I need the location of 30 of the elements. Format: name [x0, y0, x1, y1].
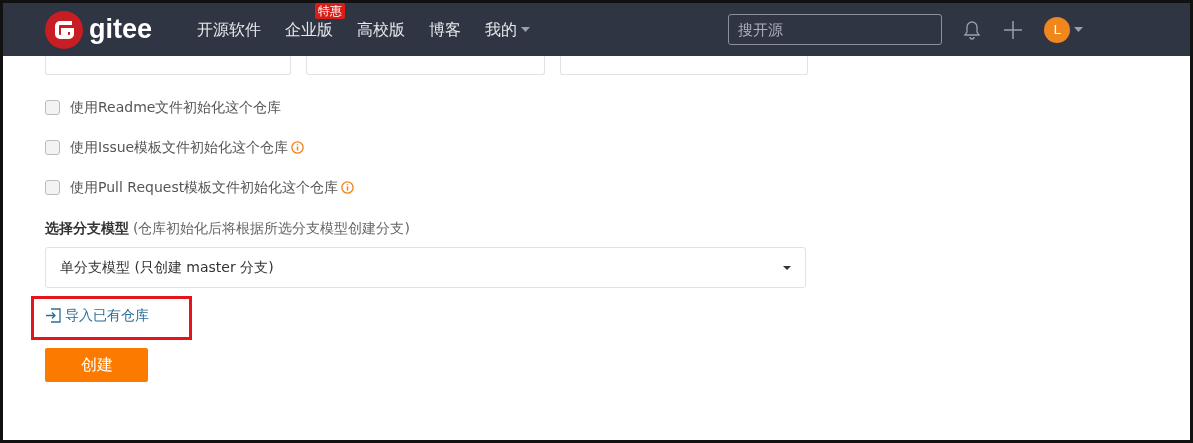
checkbox-label[interactable]: 使用Issue模板文件初始化这个仓库: [70, 137, 289, 158]
promo-badge: 特惠: [315, 3, 346, 19]
branch-model-select[interactable]: 单分支模型 (只创建 master 分支): [45, 247, 806, 288]
info-icon[interactable]: [291, 141, 305, 154]
caret-icon: [783, 265, 791, 270]
logo-icon[interactable]: [45, 10, 83, 49]
checkbox[interactable]: [45, 140, 60, 155]
template-select[interactable]: [45, 56, 291, 75]
field-hint: (仓库初始化后将根据所选分支模型创建分支): [133, 219, 410, 238]
import-link[interactable]: 导入已有仓库: [45, 305, 149, 326]
checkbox-label[interactable]: 使用Readme文件初始化这个仓库: [70, 97, 282, 118]
template-select[interactable]: [560, 56, 808, 75]
import-icon: [45, 308, 61, 323]
nav-link[interactable]: 博客: [429, 17, 462, 42]
field-label: 选择分支模型: [45, 219, 129, 238]
nav-link[interactable]: 我的: [485, 17, 518, 42]
caret-icon[interactable]: [1074, 27, 1083, 32]
nav-link[interactable]: 企业版: [285, 17, 334, 42]
plus-icon[interactable]: [1003, 19, 1023, 40]
info-icon[interactable]: [341, 181, 355, 194]
template-select[interactable]: [306, 56, 545, 75]
checkbox[interactable]: [45, 180, 60, 195]
caret-icon[interactable]: [521, 27, 531, 32]
checkbox[interactable]: [45, 100, 60, 115]
nav-link[interactable]: 高校版: [357, 17, 406, 42]
logo-text[interactable]: gitee: [89, 9, 153, 50]
checkbox-label[interactable]: 使用Pull Request模板文件初始化这个仓库: [70, 177, 339, 198]
search-field[interactable]: 搜开源: [728, 14, 942, 45]
nav-link[interactable]: 开源软件: [197, 17, 262, 42]
bell-icon[interactable]: [964, 19, 980, 40]
